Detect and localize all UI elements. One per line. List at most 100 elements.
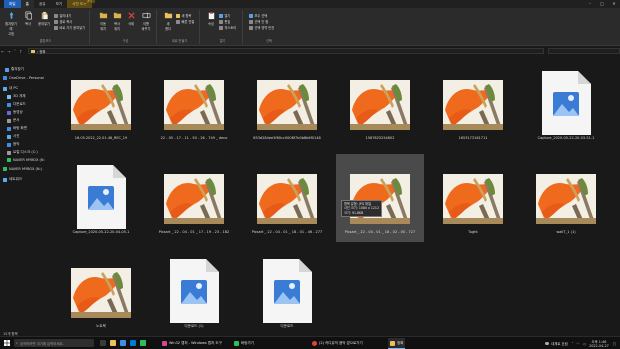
address-bar[interactable]: › 정확	[27, 48, 545, 54]
clipboard-group: 즐겨찾기에 고정 복사 붙여넣기 잘라내기 경로 복사 바로 가기 붙여넣기 클…	[2, 10, 90, 44]
close-icon[interactable]: ✕	[608, 0, 620, 8]
file-item[interactable]: Picsart _ 22 - 04 - 01 _ 18 - 01 - 46 - …	[243, 154, 331, 242]
nav-item-music[interactable]: 음악	[7, 142, 19, 147]
file-item[interactable]: Capture_2020-05-22-20-03-51-1	[522, 60, 610, 148]
copy-button[interactable]: 복사	[22, 11, 34, 26]
nav-item-onedrive[interactable]: OneDrive - Personal	[3, 76, 44, 80]
nav-item-documents[interactable]: 문서	[7, 118, 19, 123]
download-icon	[7, 102, 11, 107]
store-icon[interactable]	[130, 340, 136, 346]
search-input[interactable]	[548, 48, 620, 54]
task-view-icon[interactable]	[100, 340, 106, 346]
nav-item-quick-access[interactable]: 즐겨찾기	[5, 67, 24, 72]
new-group-label: 새로 만들기	[171, 39, 188, 43]
rename-button[interactable]: 이름 바꾸기	[139, 11, 153, 31]
weather-text[interactable]: 대체로 흐림	[551, 341, 568, 346]
pin-button[interactable]: 즐겨찾기에 고정	[4, 11, 18, 36]
minimize-icon[interactable]: –	[584, 0, 596, 8]
select-all-button[interactable]: 모두 선택	[249, 13, 267, 18]
nav-item-mybox[interactable]: NAVER MYBOX (N:)	[3, 167, 42, 171]
file-explorer-icon[interactable]	[110, 340, 116, 346]
taskbar-app-capture[interactable]: Win32 캡처 - Windows 캡처 도구	[160, 338, 224, 349]
file-grid: 16.05.2022_22.01.46_REC_19 22 - 05 - 17 -…	[52, 56, 620, 332]
file-item[interactable]: Tught	[429, 154, 517, 242]
image-file-icon	[77, 165, 126, 229]
file-item[interactable]: 다운로드 (1)	[150, 248, 238, 336]
speaker-icon[interactable]: ◁	[582, 342, 585, 346]
nav-item-label: NAVER MYBOX (N:)	[9, 167, 43, 171]
notification-icon[interactable]: ▢	[613, 342, 616, 346]
history-label: 히스토리	[224, 26, 237, 30]
taskbar-search[interactable]: ⌕ 검색하려면 여기에 입력하세요.	[14, 339, 94, 347]
tab-view[interactable]: 보기	[51, 0, 68, 8]
up-arrow-icon[interactable]: ↑	[18, 49, 24, 54]
chevron-up-icon[interactable]: ˄	[572, 342, 574, 346]
paste-button[interactable]: 붙여넣기	[36, 11, 52, 26]
nav-item-downloads[interactable]: 다운로드	[7, 102, 26, 107]
nav-item-network[interactable]: 네트워크	[3, 177, 22, 182]
nav-item-local-disk[interactable]: 로컬 디스크 (C:)	[7, 150, 38, 155]
invert-selection-button[interactable]: 선택 영역 반전	[249, 25, 274, 30]
new-folder-button[interactable]: 새 폴더	[162, 11, 174, 31]
nav-item-pictures[interactable]: 사진	[7, 134, 19, 139]
nav-item-desktop[interactable]: 바탕 화면	[7, 126, 27, 131]
file-item[interactable]: 다운로드	[243, 248, 331, 336]
tab-share[interactable]: 공유	[34, 0, 51, 8]
weather-icon[interactable]	[545, 342, 550, 345]
select-group-label: 선택	[266, 39, 272, 43]
tab-file[interactable]: 파일	[4, 0, 21, 8]
open-group-label: 열기	[219, 39, 226, 43]
taskbar-app-explorer[interactable]: 정확	[388, 338, 406, 349]
file-item[interactable]: 853d284ee3f60cc0008f7b0b8b6f0148	[243, 60, 331, 148]
nav-item-label: 3D 개체	[13, 94, 26, 98]
properties-button[interactable]: 속성	[205, 11, 217, 26]
file-name: 22 - 05 - 17 - 11 - 50 - 26 - 749 _ deco	[160, 136, 228, 140]
file-thumbnail	[443, 174, 503, 224]
history-button[interactable]: 히스토리	[219, 25, 236, 30]
nav-item-label: 네트워크	[9, 177, 22, 181]
copy-to-button[interactable]: 복사 위치	[111, 11, 123, 31]
file-item[interactable]: Capture_2020-05-22-20-04-05-1	[57, 154, 145, 242]
nav-item-label: 즐겨찾기	[11, 67, 24, 71]
file-item[interactable]: 16.05.2022_22.01.46_REC_19	[57, 60, 145, 148]
maximize-icon[interactable]: □	[596, 0, 608, 8]
nav-item-videos[interactable]: 동영상	[7, 110, 23, 115]
file-thumbnail	[536, 174, 596, 224]
item-count: 15개 항목	[3, 331, 18, 336]
select-all-label: 모두 선택	[254, 14, 268, 18]
copy-icon	[24, 11, 32, 20]
nav-item-this-pc[interactable]: 내 PC	[3, 86, 18, 91]
edit-button[interactable]: 편집	[219, 19, 230, 24]
nav-item-3d-objects[interactable]: 3D 개체	[7, 94, 25, 99]
select-none-button[interactable]: 선택 안 함	[249, 19, 268, 24]
windows-start-icon[interactable]	[4, 340, 10, 346]
easy-access-button[interactable]: 빠른 연결	[176, 19, 194, 24]
file-thumbnail	[71, 80, 131, 130]
copy-path-button[interactable]: 경로 복사	[54, 19, 72, 24]
file-item[interactable]: 22 - 05 - 17 - 11 - 50 - 26 - 749 _ deco	[150, 60, 238, 148]
image-file-icon	[170, 259, 219, 323]
cut-button[interactable]: 잘라내기	[54, 13, 71, 18]
file-item[interactable]: wallT_1 (1)	[522, 154, 610, 242]
new-item-button[interactable]: 새 항목	[176, 13, 191, 18]
file-item[interactable]: 노트북	[57, 248, 145, 336]
file-item[interactable]: Picsart _ 22 - 04 - 01 _ 17 - 19 - 23 - …	[150, 154, 238, 242]
move-to-button[interactable]: 이동 위치	[97, 11, 109, 31]
edge-icon[interactable]	[120, 340, 126, 346]
wifi-icon[interactable]: ◠	[576, 342, 579, 346]
paste-icon	[41, 11, 48, 20]
open-button[interactable]: 열기	[219, 13, 230, 18]
navigation-pane: 즐겨찾기 OneDrive - Personal 내 PC 3D 개체 다운로드…	[0, 56, 52, 332]
file-item[interactable]: Picsart _ 22 - 04 - 01 _ 18 - 02 - 00 - …	[336, 154, 424, 242]
paste-shortcut-button[interactable]: 바로 가기 붙여넣기	[54, 25, 85, 30]
taskbar-app-chrome[interactable]: (2) 카디뮤직 음악 앞으로가기	[310, 338, 365, 349]
taskbar-app-desktop[interactable]: 바탕가기	[232, 338, 256, 349]
tab-home[interactable]: 홈	[20, 0, 34, 8]
clock[interactable]: 오후 1:46 2022-04-27	[589, 340, 609, 348]
naver-icon[interactable]	[140, 340, 146, 346]
nav-item-mybox-sub[interactable]: NAVER MYBOX (N:	[7, 158, 45, 162]
file-item[interactable]: 1587625254602	[336, 60, 424, 148]
delete-button[interactable]: 삭제	[125, 11, 137, 26]
pin-icon	[9, 11, 13, 20]
file-item[interactable]: 1653173161711	[429, 60, 517, 148]
